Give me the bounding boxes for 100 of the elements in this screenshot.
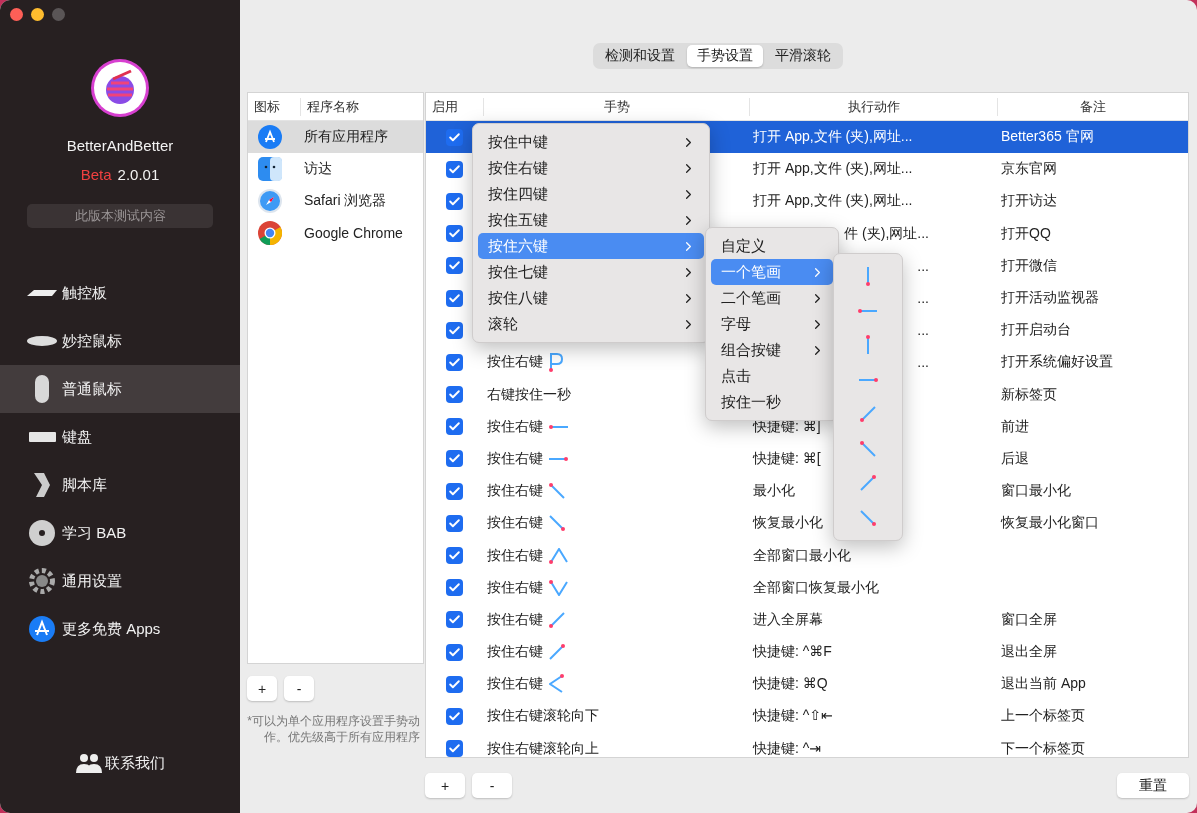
checkbox[interactable]: [446, 514, 463, 532]
reset-button[interactable]: 重置: [1117, 773, 1189, 798]
checkbox[interactable]: [446, 418, 463, 436]
action-text: 快捷键: ^⇥: [753, 739, 822, 757]
column-header: 启用: [431, 97, 459, 116]
hint-text: *可以为单个应用程序设置手势动作。优先级高于所有应用程序: [247, 713, 421, 745]
checkbox[interactable]: [446, 289, 463, 307]
sidebar-item[interactable]: 学习 BAB: [0, 509, 240, 557]
menu-item[interactable]: 点击: [711, 363, 833, 389]
checkbox[interactable]: [446, 450, 463, 468]
sidebar-item[interactable]: 通用设置: [0, 557, 240, 605]
column-header: 程序名称: [300, 97, 423, 116]
add-button[interactable]: +: [425, 773, 465, 798]
checkmark-icon: [448, 484, 461, 498]
checkbox[interactable]: [446, 128, 463, 146]
note-text: 退出全屏: [1001, 643, 1057, 660]
checkbox[interactable]: [446, 225, 463, 243]
menu-item[interactable]: 二个笔画: [711, 285, 833, 311]
checkbox[interactable]: [446, 740, 463, 757]
checkbox[interactable]: [446, 675, 463, 693]
remove-button[interactable]: -: [284, 676, 314, 701]
gesture-text: 按住右键: [487, 417, 543, 436]
menu-item[interactable]: 按住一秒: [711, 389, 833, 415]
column-header: 备注: [997, 97, 1188, 116]
note-text: 窗口全屏: [1001, 610, 1057, 627]
checkmark-icon: [448, 194, 461, 208]
note-text: 打开系统偏好设置: [1001, 353, 1113, 370]
note-text: 新标签页: [1001, 385, 1057, 402]
close-button[interactable]: [10, 8, 23, 21]
menu-item[interactable]: 自定义: [711, 233, 833, 259]
menu-item[interactable]: 按住七键: [478, 259, 704, 285]
checkmark-icon: [448, 323, 461, 337]
note-text: 打开QQ: [1001, 224, 1051, 241]
menu-item[interactable]: 按住八键: [478, 285, 704, 311]
checkmark-icon: [448, 162, 461, 176]
checkbox[interactable]: [446, 321, 463, 339]
checkbox[interactable]: [446, 643, 463, 661]
app-row[interactable]: 访达: [248, 153, 423, 185]
app-name: BetterAndBetter: [66, 137, 174, 154]
checkbox[interactable]: [446, 160, 463, 178]
tab[interactable]: 检测和设置: [595, 45, 685, 67]
tab[interactable]: 平滑滚轮: [765, 45, 841, 67]
sidebar-item[interactable]: 触控板: [0, 269, 240, 317]
minimize-button[interactable]: [31, 8, 44, 21]
checkbox[interactable]: [446, 482, 463, 500]
gesture-text: 按住右键滚轮向上: [487, 739, 599, 757]
gesture-text: 按住右键: [487, 482, 543, 501]
action-text: 快捷键: ⌘[: [753, 449, 821, 468]
app-row[interactable]: 所有应用程序: [248, 121, 423, 153]
action-text: 全部窗口最小化: [753, 546, 851, 565]
checkbox[interactable]: [446, 611, 463, 629]
sidebar-item[interactable]: 妙控鼠标: [0, 317, 240, 365]
checkbox[interactable]: [446, 386, 463, 404]
sidebar-item[interactable]: 键盘: [0, 413, 240, 461]
checkmark-icon: [448, 645, 461, 659]
checkmark-icon: [448, 709, 461, 723]
gesture-text: 右键按住一秒: [487, 385, 571, 404]
action-text: ...: [917, 257, 929, 274]
app-logo: [91, 59, 149, 117]
checkbox[interactable]: [446, 547, 463, 565]
menu-item[interactable]: 组合按键: [711, 337, 833, 363]
column-header: 图标: [253, 97, 281, 116]
note-text: 窗口最小化: [1001, 482, 1071, 499]
add-button[interactable]: +: [247, 676, 277, 701]
menu-item[interactable]: 按住四键: [478, 181, 704, 207]
menu-item[interactable]: 字母: [711, 311, 833, 337]
checkbox[interactable]: [446, 353, 463, 371]
people-icon: [75, 753, 103, 773]
menu-item[interactable]: 按住中键: [478, 129, 704, 155]
version-number: 2.0.01: [117, 166, 160, 183]
checkbox[interactable]: [446, 257, 463, 275]
action-text: 全部窗口恢复最小化: [753, 578, 879, 597]
menu-item[interactable]: 滚轮: [478, 311, 704, 337]
menu-item[interactable]: 按住五键: [478, 207, 704, 233]
contact-link[interactable]: 联系我们: [75, 753, 165, 773]
sidebar-item[interactable]: 脚本库: [0, 461, 240, 509]
note-text: 前进: [1001, 417, 1029, 434]
action-text: 进入全屏幕: [753, 610, 823, 629]
sidebar-item[interactable]: 更多免费 Apps: [0, 605, 240, 653]
note-text: 恢复最小化窗口: [1001, 514, 1099, 531]
remove-button[interactable]: -: [472, 773, 512, 798]
checkbox[interactable]: [446, 579, 463, 597]
gesture-text: 按住右键: [487, 610, 543, 629]
beta-label: Beta: [80, 166, 112, 183]
tab[interactable]: 手势设置: [687, 45, 763, 67]
menu-item[interactable]: 按住右键: [478, 155, 704, 181]
action-text: ...: [917, 290, 929, 307]
checkmark-icon: [448, 291, 461, 305]
app-row[interactable]: Google Chrome: [248, 217, 423, 249]
sidebar-item[interactable]: 普通鼠标: [0, 365, 240, 413]
gesture-text: 按住右键: [487, 675, 543, 694]
action-text: 件 (夹),网址...: [844, 224, 929, 243]
column-header: 执行动作: [749, 97, 997, 116]
checkbox[interactable]: [446, 707, 463, 725]
checkbox[interactable]: [446, 192, 463, 210]
note-text: Better365 官网: [1001, 128, 1094, 145]
action-text: ...: [917, 354, 929, 371]
action-text: 打开 App,文件 (夹),网址...: [753, 128, 913, 147]
app-row[interactable]: Safari 浏览器: [248, 185, 423, 217]
release-notes-button[interactable]: 此版本测试内容: [27, 204, 213, 228]
